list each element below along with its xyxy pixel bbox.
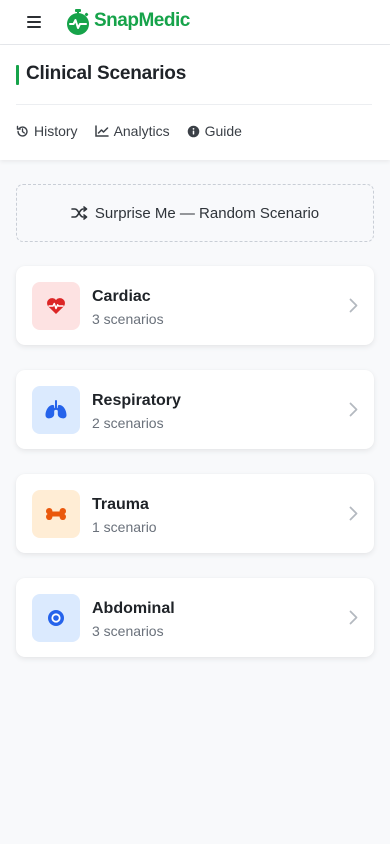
- random-scenario-label: Surprise Me — Random Scenario: [94, 204, 320, 222]
- category-card-trauma[interactable]: Trauma 1 scenario: [16, 474, 374, 553]
- heart-pulse-icon: [47, 298, 65, 314]
- nav-analytics[interactable]: Analytics: [94, 123, 170, 139]
- category-name: Respiratory: [92, 392, 181, 409]
- chevron-right-icon: [349, 506, 358, 521]
- category-count: 3 scenarios: [92, 311, 164, 327]
- category-card-respiratory[interactable]: Respiratory 2 scenarios: [16, 370, 374, 449]
- analytics-icon: [94, 125, 109, 137]
- category-count: 2 scenarios: [92, 415, 164, 431]
- category-icon-box: [32, 386, 80, 434]
- category-name: Cardiac: [92, 288, 151, 305]
- category-name: Trauma: [92, 496, 149, 513]
- random-scenario-button[interactable]: Surprise Me — Random Scenario: [16, 184, 374, 242]
- page-title: Clinical Scenarios: [26, 63, 187, 84]
- category-icon-box: [32, 594, 80, 642]
- top-bar: SnapMedic: [0, 0, 390, 45]
- category-count: 1 scenario: [92, 519, 157, 535]
- category-icon-box: [32, 282, 80, 330]
- category-icon-box: [32, 490, 80, 538]
- target-icon: [48, 610, 64, 626]
- lungs-icon: [45, 400, 67, 419]
- chevron-right-icon: [349, 402, 358, 417]
- category-card-cardiac[interactable]: Cardiac 3 scenarios: [16, 266, 374, 345]
- title-accent-bar: [16, 65, 19, 85]
- nav-history[interactable]: History: [16, 123, 78, 139]
- brand-name: SnapMedic: [94, 10, 190, 31]
- category-name: Abdominal: [92, 600, 175, 617]
- category-card-abdominal[interactable]: Abdominal 3 scenarios: [16, 578, 374, 657]
- header-nav: History Analytics Guide: [16, 123, 259, 139]
- info-icon: [187, 125, 199, 137]
- nav-guide-label: Guide: [204, 123, 242, 139]
- chevron-right-icon: [349, 298, 358, 313]
- chevron-right-icon: [349, 610, 358, 625]
- nav-history-label: History: [34, 123, 78, 139]
- bone-icon: [46, 508, 66, 520]
- stopwatch-logo-icon: [67, 9, 89, 35]
- header-divider: [16, 104, 372, 105]
- nav-guide[interactable]: Guide: [187, 123, 242, 139]
- page-header: Clinical Scenarios History Analytics Gui…: [0, 45, 390, 160]
- menu-icon[interactable]: [27, 16, 41, 28]
- nav-analytics-label: Analytics: [113, 123, 170, 139]
- history-icon: [16, 125, 28, 137]
- category-count: 3 scenarios: [92, 623, 164, 639]
- shuffle-icon: [71, 206, 88, 220]
